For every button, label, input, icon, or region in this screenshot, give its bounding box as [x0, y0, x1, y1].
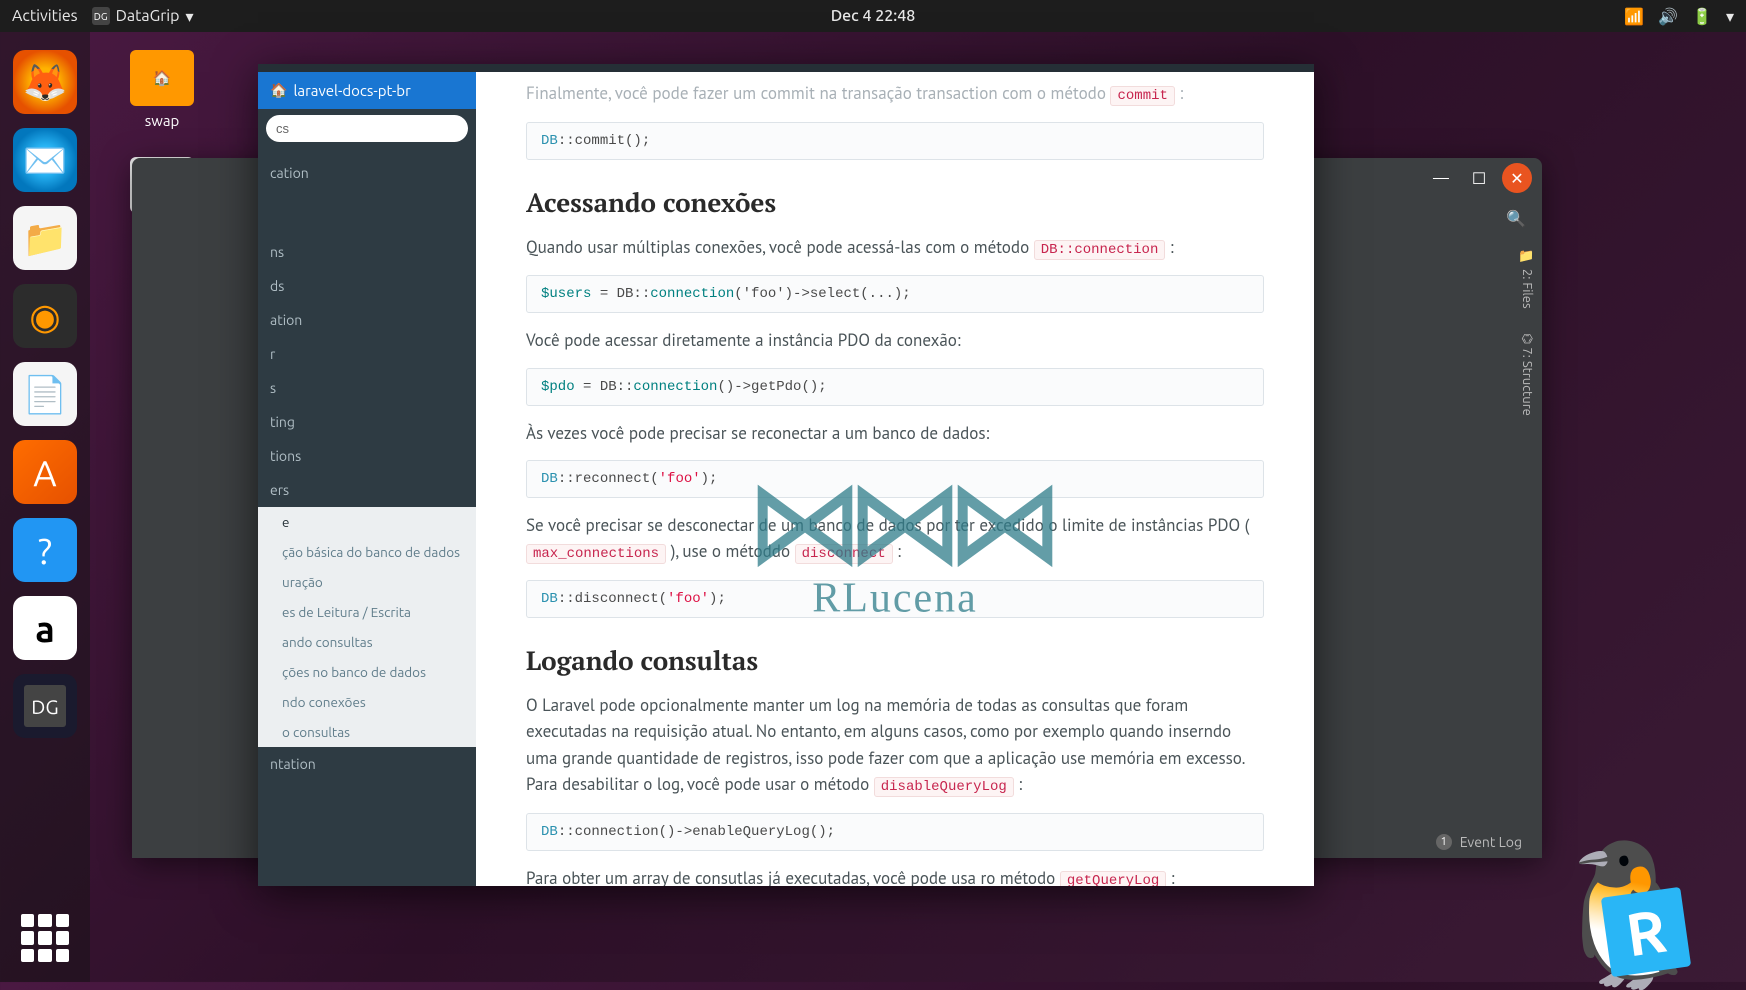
battery-icon[interactable]: 🔋	[1692, 7, 1712, 26]
chevron-down-icon: ▾	[186, 7, 194, 26]
sidebar-subitem[interactable]: ando consultas	[270, 627, 464, 657]
paragraph: O Laravel pode opcionalmente manter um l…	[526, 692, 1264, 799]
inline-code: commit	[1110, 86, 1174, 106]
files-launcher[interactable]: 📁	[13, 206, 77, 270]
sidebar-subitem[interactable]: ção básica do banco de dados	[270, 537, 464, 567]
wifi-icon[interactable]: 📶	[1624, 7, 1644, 26]
code-block: DB::connection()->enableQueryLog();	[526, 813, 1264, 851]
show-applications-button[interactable]	[21, 914, 69, 962]
docs-sidebar: 🏠 laravel-docs-pt-br cation ns ds ation …	[258, 72, 476, 886]
search-input[interactable]	[266, 115, 468, 142]
maximize-button[interactable]: ☐	[1464, 163, 1494, 193]
paragraph: Para obter um array de consutlas já exec…	[526, 865, 1264, 886]
libreoffice-writer-launcher[interactable]: 📄	[13, 362, 77, 426]
heading-logando-consultas: Logando consultas	[526, 644, 1264, 678]
desktop-icon-label: swap	[130, 112, 194, 129]
firefox-launcher[interactable]: 🦊	[13, 50, 77, 114]
sidebar-item[interactable]: r	[258, 337, 476, 371]
paragraph: Você pode acessar diretamente a instânci…	[526, 327, 1264, 353]
sidebar-item-active[interactable]: e ção básica do banco de dados uração es…	[258, 507, 476, 747]
paragraph: Às vezes você pode precisar se reconecta…	[526, 420, 1264, 446]
sidebar-item[interactable]: tions	[258, 439, 476, 473]
datagrip-launcher[interactable]: DG	[13, 674, 77, 738]
sidebar-subitem[interactable]: uração	[270, 567, 464, 597]
inline-code: DB::connection	[1034, 240, 1166, 260]
structure-icon: ⌬	[1520, 333, 1534, 344]
sidebar-subitem[interactable]: ções no banco de dados	[270, 657, 464, 687]
event-count-badge: 1	[1436, 834, 1452, 850]
desktop-icon-swap[interactable]: 🏠 swap	[130, 50, 194, 129]
code-block: $users = DB::connection('foo')->select(.…	[526, 275, 1264, 313]
current-app-label: DataGrip	[116, 7, 180, 25]
folder-icon: 🏠	[130, 50, 194, 106]
close-button[interactable]: ✕	[1502, 163, 1532, 193]
inline-code: getQueryLog	[1060, 871, 1166, 886]
inline-code: max_connections	[526, 544, 666, 564]
volume-icon[interactable]: 🔊	[1658, 7, 1678, 26]
home-icon: 🏠	[270, 82, 287, 99]
breadcrumb-label: laravel-docs-pt-br	[293, 82, 410, 99]
folder-icon: 📁	[1520, 250, 1534, 266]
paragraph: Se você precisar se desconectar de um ba…	[526, 512, 1264, 566]
code-block: $pdo = DB::connection()->getPdo();	[526, 368, 1264, 406]
minimize-button[interactable]: —	[1426, 163, 1456, 193]
clock[interactable]: Dec 4 22:48	[831, 7, 916, 25]
inline-code: disableQueryLog	[874, 777, 1014, 797]
rhythmbox-launcher[interactable]: ◉	[13, 284, 77, 348]
browser-window: 🏠 laravel-docs-pt-br cation ns ds ation …	[258, 64, 1314, 886]
sidebar-item[interactable]: ds	[258, 269, 476, 303]
code-block: DB::reconnect('foo');	[526, 460, 1264, 498]
heading-acessando-conexoes: Acessando conexões	[526, 186, 1264, 220]
sidebar-subitem[interactable]: ndo conexões	[270, 687, 464, 717]
breadcrumb[interactable]: 🏠 laravel-docs-pt-br	[258, 72, 476, 109]
activities-button[interactable]: Activities	[12, 7, 78, 25]
paragraph: Quando usar múltiplas conexões, você pod…	[526, 234, 1264, 262]
sidebar-item[interactable]: ting	[258, 405, 476, 439]
sidebar-item[interactable]: ntation	[258, 747, 476, 781]
code-block: DB::commit();	[526, 122, 1264, 160]
sidebar-subitem[interactable]: es de Leitura / Escrita	[270, 597, 464, 627]
dock: 🦊 ✉️ 📁 ◉ 📄 A ? a DG	[0, 32, 90, 982]
datagrip-icon: DG	[92, 7, 110, 25]
software-launcher[interactable]: A	[13, 440, 77, 504]
sidebar-item-label: e	[270, 507, 464, 537]
sidebar-item[interactable]: ns	[258, 235, 476, 269]
event-log-link[interactable]: Event Log	[1460, 834, 1522, 850]
sidebar-search	[266, 115, 468, 142]
sidebar-item[interactable]: s	[258, 371, 476, 405]
help-launcher[interactable]: ?	[13, 518, 77, 582]
gnome-topbar: Activities DG DataGrip ▾ Dec 4 22:48 📶 🔊…	[0, 0, 1746, 32]
chevron-down-icon[interactable]: ▾	[1726, 7, 1734, 26]
search-icon[interactable]: 🔍	[1506, 209, 1526, 228]
amazon-launcher[interactable]: a	[13, 596, 77, 660]
thunderbird-launcher[interactable]: ✉️	[13, 128, 77, 192]
inline-code: disconnect	[795, 544, 893, 564]
docs-content: Finalmente, você pode fazer um commit na…	[476, 72, 1314, 886]
r-badge-icon: R	[1601, 887, 1691, 977]
sidebar-item[interactable]: ers	[258, 473, 476, 507]
sidebar-subitem[interactable]: o consultas	[270, 717, 464, 747]
code-block: DB::disconnect('foo');	[526, 580, 1264, 618]
side-tab-files[interactable]: 📁 2: Files	[1516, 238, 1539, 321]
side-tab-structure[interactable]: ⌬ 7: Structure	[1516, 321, 1539, 428]
sidebar-item[interactable]: ation	[258, 303, 476, 337]
sidebar-item[interactable]: cation	[258, 156, 476, 190]
current-app-menu[interactable]: DG DataGrip ▾	[92, 7, 194, 26]
paragraph: Finalmente, você pode fazer um commit na…	[526, 80, 1264, 108]
